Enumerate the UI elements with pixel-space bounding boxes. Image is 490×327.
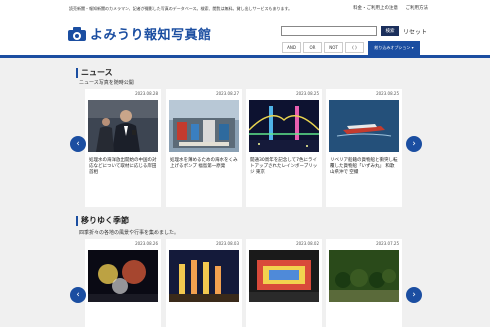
season-card[interactable]: 2023.08.02 xyxy=(246,239,322,327)
logo-text: よみうり報知写真館 xyxy=(90,28,212,43)
news-next-button[interactable]: › xyxy=(406,136,422,152)
season-photo[interactable] xyxy=(249,250,319,302)
seasons-next-button[interactable]: › xyxy=(406,287,422,303)
or-operator-button[interactable]: OR xyxy=(303,42,322,53)
card-date: 2023.08.28 xyxy=(135,91,158,96)
season-photo[interactable] xyxy=(169,250,239,302)
section-marker xyxy=(76,215,78,226)
chevron-right-icon: › xyxy=(412,289,416,300)
card-caption: 処理水の海洋放出開始の中国の対応などについて取材に応じる岸田首相 xyxy=(89,158,157,175)
usage-guide-link[interactable]: ご利用方法 xyxy=(406,6,429,11)
chevron-left-icon: ‹ xyxy=(76,289,80,300)
header-divider xyxy=(0,55,490,58)
season-card[interactable]: 2023.08.03 xyxy=(166,239,242,327)
news-card[interactable]: 2023.08.25 開通30周年を記念して7色にライトアップされたレインボーブ… xyxy=(246,89,322,207)
card-date: 2023.07.25 xyxy=(376,241,399,246)
and-operator-button[interactable]: AND xyxy=(282,42,301,53)
news-card[interactable]: 2023.08.27 処理水を薄めるための海水をくみ上げるポンプ 福島第一原発 xyxy=(166,89,242,207)
news-card[interactable]: 2023.08.25 リベリア船籍の貨物船と衝突し転覆した貨物船「いずみ丸」 和… xyxy=(326,89,402,207)
news-prev-button[interactable]: ‹ xyxy=(70,136,86,152)
pricing-notice-link[interactable]: 料金・ご利用上の注意 xyxy=(353,6,398,11)
search-input[interactable] xyxy=(281,26,377,36)
card-caption: 開通30周年を記念して7色にライトアップされたレインボーブリッジ 東京 xyxy=(250,158,318,175)
season-card[interactable]: 2023.08.26 xyxy=(85,239,161,327)
seasons-section-title: 移りゆく季節 xyxy=(76,215,129,226)
parentheses-operator-button[interactable]: ( ) xyxy=(345,42,364,53)
not-operator-button[interactable]: NOT xyxy=(324,42,343,53)
news-photo[interactable] xyxy=(249,100,319,152)
news-section-title: ニュース xyxy=(76,67,113,78)
site-tagline: 読売新聞・報知新聞のカメラマン、記者が撮影した写真のデータベース。検索、閲覧は無… xyxy=(69,6,293,11)
news-photo[interactable] xyxy=(169,100,239,152)
card-date: 2023.08.26 xyxy=(135,241,158,246)
card-date: 2023.08.27 xyxy=(216,91,239,96)
filter-options-button[interactable]: 絞り込みオプション ▾ xyxy=(368,41,420,55)
news-photo[interactable] xyxy=(88,100,158,152)
card-caption: リベリア船籍の貨物船と衝突し転覆した貨物船「いずみ丸」 和歌山県沖で 空撮 xyxy=(330,158,398,175)
site-header: 読売新聞・報知新聞のカメラマン、記者が撮影した写真のデータベース。検索、閲覧は無… xyxy=(0,0,490,58)
chevron-left-icon: ‹ xyxy=(76,138,80,149)
top-links: 料金・ご利用上の注意 ご利用方法 xyxy=(347,5,428,11)
news-photo[interactable] xyxy=(329,100,399,152)
site-logo[interactable]: よみうり報知写真館 xyxy=(68,24,212,43)
camera-icon xyxy=(68,26,86,41)
seasons-prev-button[interactable]: ‹ xyxy=(70,287,86,303)
card-date: 2023.08.02 xyxy=(296,241,319,246)
news-title-text: ニュース xyxy=(81,68,113,77)
season-photo[interactable] xyxy=(329,250,399,302)
season-card[interactable]: 2023.07.25 xyxy=(326,239,402,327)
chevron-right-icon: › xyxy=(412,138,416,149)
card-date: 2023.08.25 xyxy=(296,91,319,96)
news-card[interactable]: 2023.08.28 処理水の海洋放出開始の中国の対応などについて取材に応じる岸… xyxy=(85,89,161,207)
reset-link[interactable]: リセット xyxy=(403,27,427,36)
seasons-title-text: 移りゆく季節 xyxy=(81,216,129,225)
card-date: 2023.08.25 xyxy=(376,91,399,96)
seasons-section-desc: 四季折々の各地の風景や行事を集めました。 xyxy=(79,230,180,236)
card-date: 2023.08.03 xyxy=(216,241,239,246)
section-marker xyxy=(76,67,78,78)
search-button[interactable]: 検索 xyxy=(381,26,399,36)
news-section-desc: ニュース写真を随時公開 xyxy=(79,80,134,86)
season-photo[interactable] xyxy=(88,250,158,302)
card-caption: 処理水を薄めるための海水をくみ上げるポンプ 福島第一原発 xyxy=(170,158,238,169)
search-operators: AND OR NOT ( ) xyxy=(282,42,366,53)
